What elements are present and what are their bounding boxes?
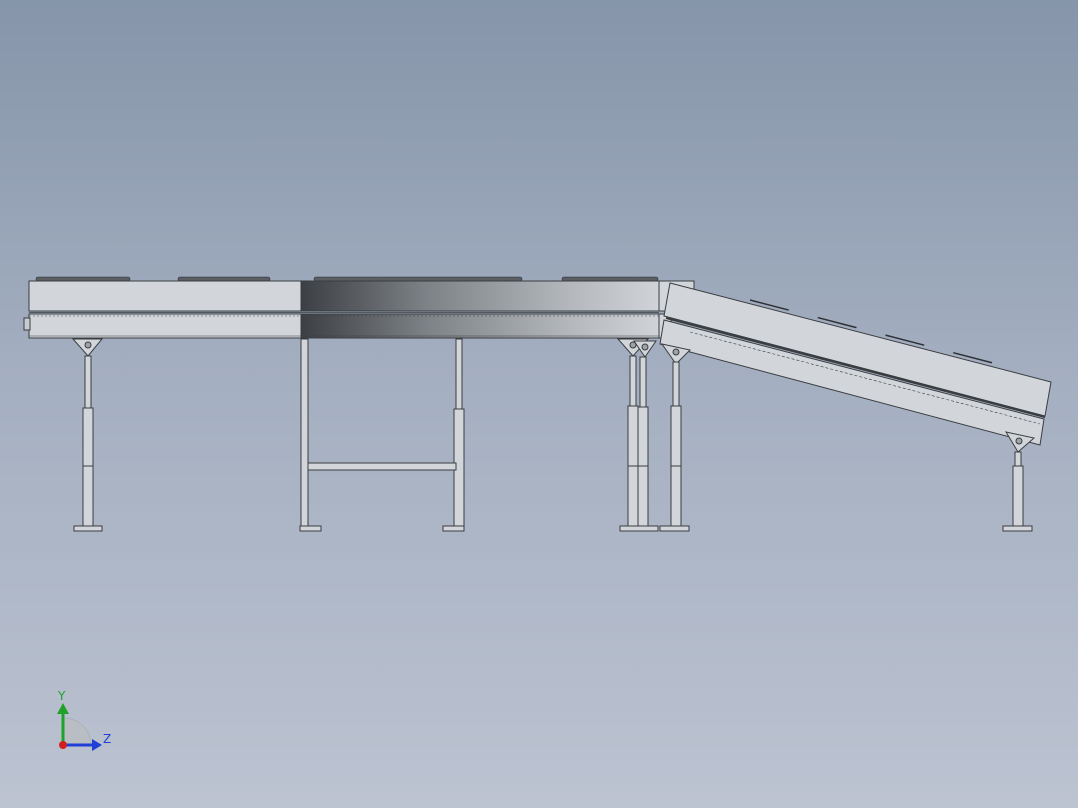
y-axis-label: Y (58, 689, 66, 703)
z-axis-arrowhead (92, 739, 102, 751)
y-axis-arrowhead (57, 703, 69, 714)
roller-tops (35, 276, 659, 282)
main-conveyor-frame[interactable] (23, 280, 695, 339)
z-axis-label: Z (103, 732, 112, 746)
graphics-viewport[interactable]: Y Z (0, 0, 1078, 808)
x-axis-point (59, 741, 67, 749)
conveyor-model (23, 276, 1052, 751)
view-triad (57, 703, 102, 751)
inclined-conveyor-frame[interactable] (659, 282, 1052, 446)
